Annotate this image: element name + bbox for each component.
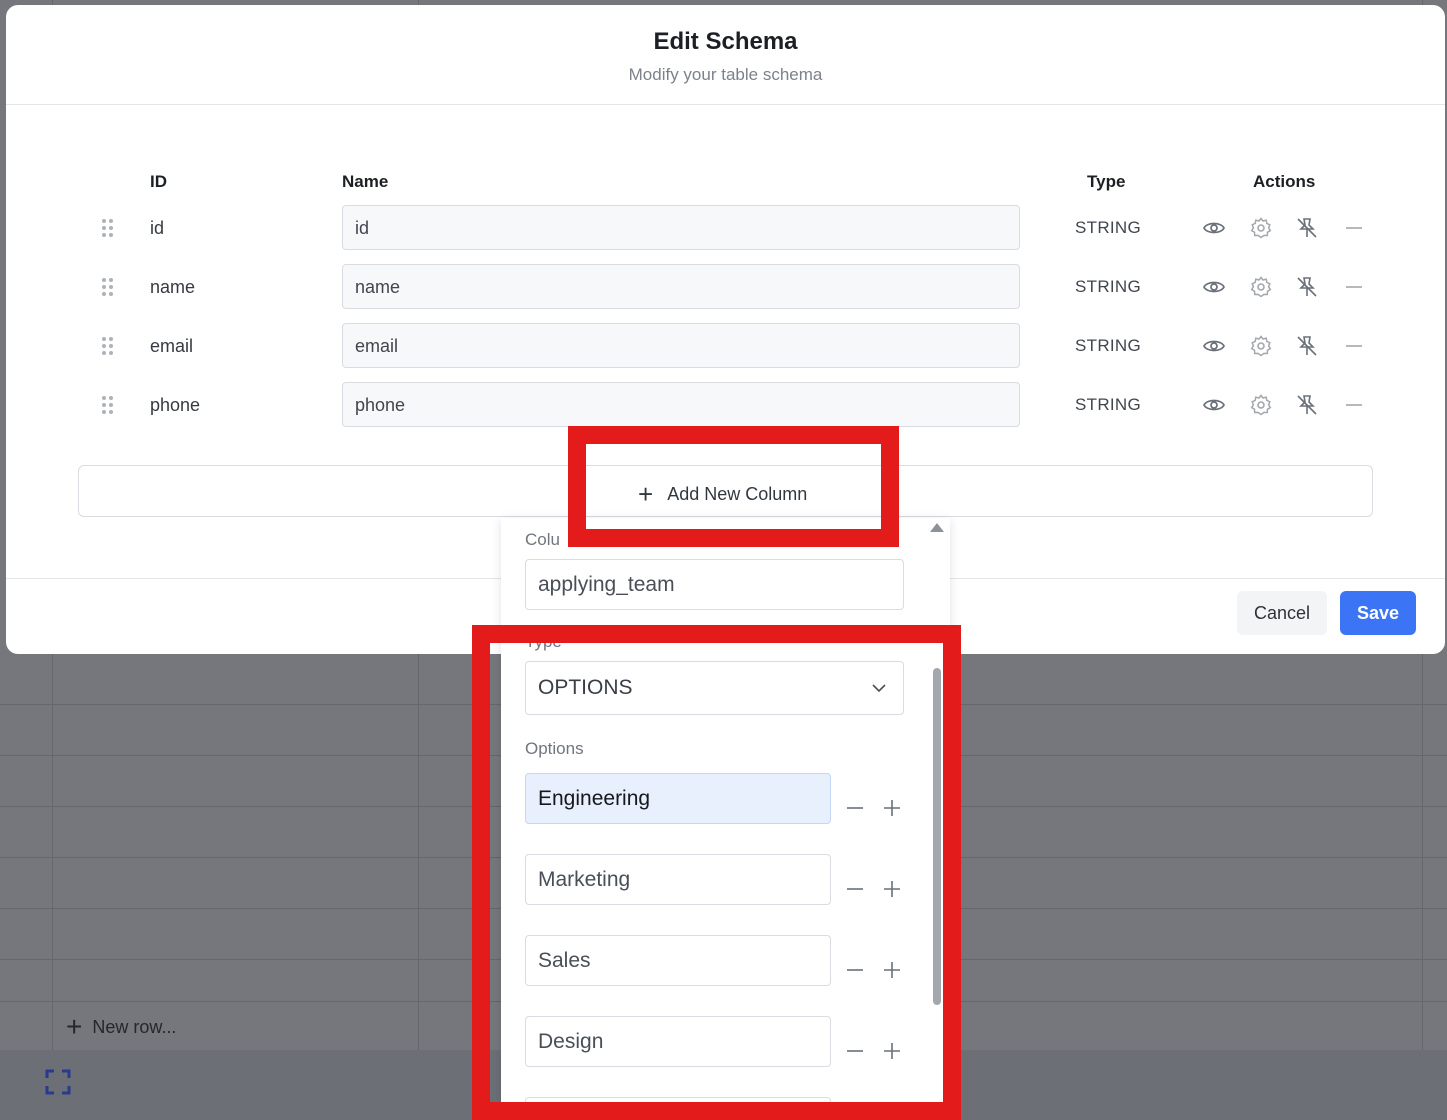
new-row-label: New row... (92, 1016, 177, 1037)
save-button[interactable]: Save (1340, 591, 1416, 635)
modal-header: Edit Schema Modify your table schema (6, 5, 1445, 105)
annotation-box-options (472, 625, 961, 1120)
eye-icon[interactable] (1202, 275, 1226, 299)
minus-icon[interactable] (1342, 334, 1366, 358)
gear-icon[interactable] (1249, 393, 1273, 417)
unpin-icon[interactable] (1295, 334, 1319, 358)
schema-row: name name STRING (6, 264, 1445, 311)
drag-handle-icon[interactable] (102, 278, 114, 298)
schema-row: phone phone STRING (6, 382, 1445, 429)
header-actions: Actions (1253, 172, 1316, 191)
eye-icon[interactable] (1202, 393, 1226, 417)
plus-icon: + (66, 1011, 83, 1042)
row-id: email (150, 336, 194, 356)
gear-icon[interactable] (1249, 275, 1273, 299)
column-name-input[interactable]: phone (342, 382, 1020, 427)
minus-icon[interactable] (1342, 275, 1366, 299)
eye-icon[interactable] (1202, 216, 1226, 240)
cancel-button[interactable]: Cancel (1237, 591, 1327, 635)
drag-handle-icon[interactable] (102, 396, 114, 416)
annotation-box-add-column (568, 426, 899, 547)
unpin-icon[interactable] (1295, 393, 1319, 417)
modal-title: Edit Schema (653, 28, 798, 55)
row-type: STRING (1075, 395, 1142, 414)
column-name-input[interactable]: name (342, 264, 1020, 309)
unpin-icon[interactable] (1295, 275, 1319, 299)
drag-handle-icon[interactable] (102, 219, 114, 239)
drag-handle-icon[interactable] (102, 337, 114, 357)
schema-row: email email STRING (6, 323, 1445, 370)
minus-icon[interactable] (1342, 393, 1366, 417)
row-id: name (150, 277, 196, 297)
expand-icon[interactable] (45, 1069, 71, 1095)
row-id: phone (150, 395, 201, 415)
row-type: STRING (1075, 336, 1142, 355)
modal-subtitle: Modify your table schema (628, 65, 823, 84)
eye-icon[interactable] (1202, 334, 1226, 358)
minus-icon[interactable] (1342, 216, 1366, 240)
header-type: Type (1087, 172, 1126, 191)
schema-row: id id STRING (6, 205, 1445, 252)
column-name-input[interactable]: id (342, 205, 1020, 250)
header-name: Name (342, 172, 389, 191)
row-id: id (150, 218, 165, 238)
column-name-input[interactable]: email (342, 323, 1020, 368)
gear-icon[interactable] (1249, 334, 1273, 358)
gear-icon[interactable] (1249, 216, 1273, 240)
row-type: STRING (1075, 218, 1142, 237)
unpin-icon[interactable] (1295, 216, 1319, 240)
header-id: ID (150, 172, 167, 191)
new-column-name-input[interactable]: applying_team (525, 559, 904, 610)
new-row-button[interactable]: + New row... (66, 1013, 176, 1041)
row-type: STRING (1075, 277, 1142, 296)
column-name-label: Colu (525, 530, 560, 549)
scroll-up-arrow-icon[interactable] (930, 523, 944, 532)
